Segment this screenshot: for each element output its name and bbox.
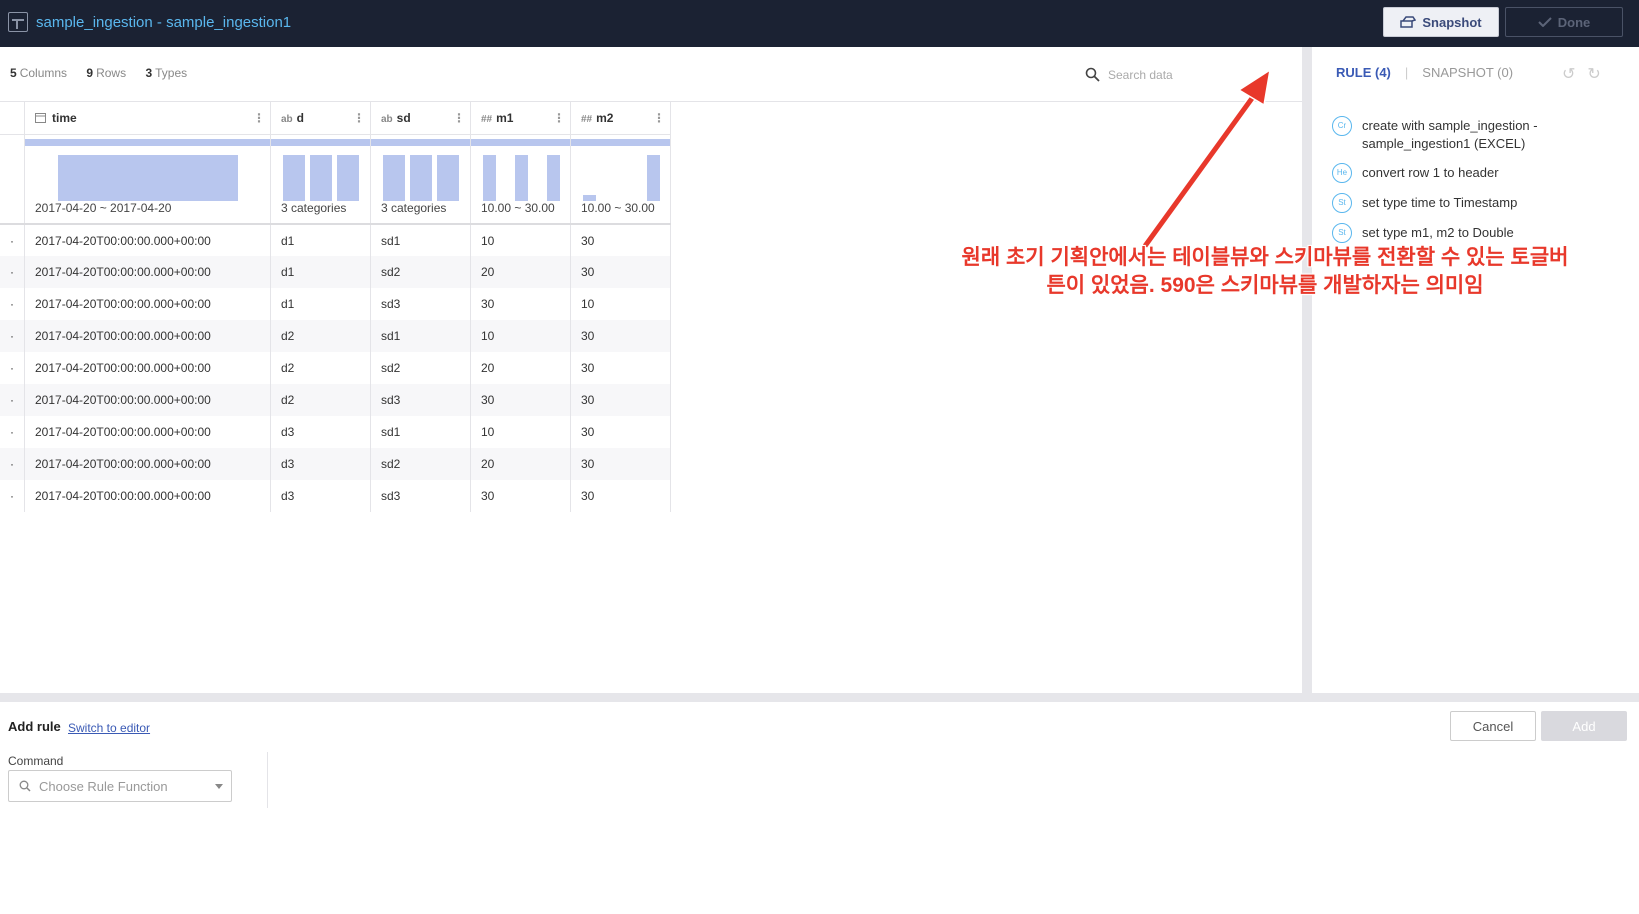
annotation-line-2: 튼이 있었음. 590은 스키마뷰를 개발하자는 의미임 bbox=[1046, 274, 1484, 297]
annotation-line-1: 원래 초기 기획안에서는 테이블뷰와 스키마뷰를 전환할 수 있는 토글버 bbox=[961, 246, 1569, 269]
command-label: Command bbox=[8, 754, 64, 768]
add-rule-title: Add rule bbox=[8, 719, 61, 734]
bottom-splitter[interactable] bbox=[0, 693, 1639, 702]
command-select[interactable]: Choose Rule Function bbox=[8, 770, 232, 802]
command-placeholder: Choose Rule Function bbox=[39, 778, 168, 794]
search-icon bbox=[19, 780, 31, 792]
caret-down-icon bbox=[215, 784, 223, 789]
add-rule-panel: Add rule Switch to editor Command Choose… bbox=[0, 702, 1639, 914]
switch-to-editor-link[interactable]: Switch to editor bbox=[68, 721, 150, 735]
command-divider bbox=[267, 752, 268, 808]
cancel-button[interactable]: Cancel bbox=[1450, 711, 1536, 741]
annotation-text: 원래 초기 기획안에서는 테이블뷰와 스키마뷰를 전환할 수 있는 토글버 튼이… bbox=[925, 244, 1605, 300]
add-button[interactable]: Add bbox=[1541, 711, 1627, 741]
